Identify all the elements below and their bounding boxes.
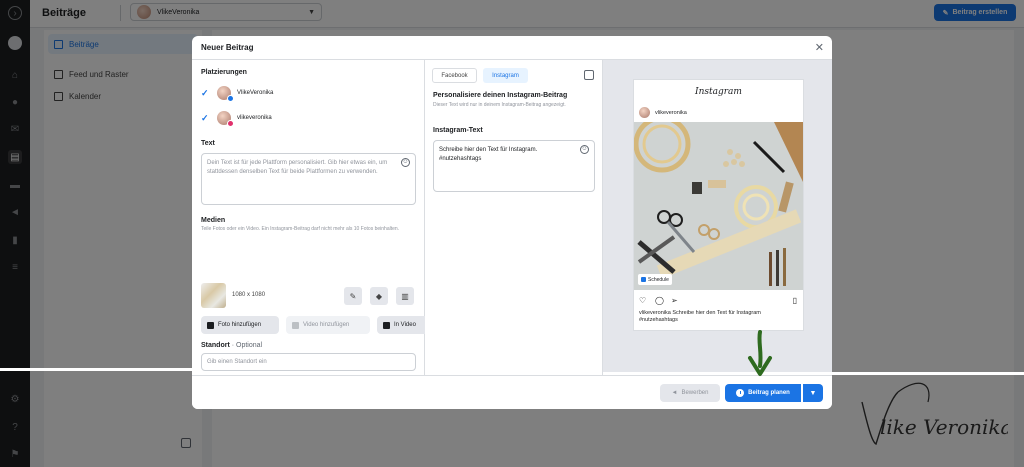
- dialog-title: Neuer Beitrag: [201, 43, 254, 52]
- pencil-icon: ✎: [349, 291, 357, 301]
- boost-button[interactable]: ◄ Bewerben: [660, 384, 720, 402]
- add-video-button[interactable]: Video hinzufügen: [286, 316, 370, 334]
- add-video-label: Video hinzufügen: [303, 322, 350, 328]
- checkbox-checked-icon[interactable]: ✓: [201, 88, 211, 99]
- emoji-icon[interactable]: ☺: [401, 158, 410, 167]
- close-icon[interactable]: ✕: [815, 41, 824, 54]
- preview-caption: vlikeveronika Schreibe hier den Text für…: [639, 310, 799, 324]
- video-camera-icon: [383, 321, 390, 329]
- preview-username: vlikeveronika: [655, 109, 687, 116]
- bookmark-icon: ▯: [792, 296, 797, 305]
- compose-column: Platzierungen ✓ VlikeVeronika ✓ vlikever…: [192, 60, 425, 375]
- schedule-badge: Schedule: [638, 274, 672, 285]
- in-video-label: In Video: [394, 322, 416, 328]
- new-post-dialog: Neuer Beitrag ✕ Platzierungen ✓ VlikeVer…: [192, 36, 832, 409]
- share-icon: ➢: [671, 296, 678, 305]
- trash-icon: ▥: [401, 291, 409, 301]
- schedule-label: Schedule: [648, 276, 669, 283]
- instagram-preview: Instagram vlikeveronika Schedule ♡ ◯ ➢ ▯…: [633, 79, 804, 331]
- instagram-text-value: Schreibe hier den Text für Instagram. #n…: [439, 147, 538, 162]
- instagram-logo: Instagram: [695, 87, 742, 97]
- dialog-footer: ◄ Bewerben Beitrag planen ▼: [192, 375, 832, 409]
- text-label: Text: [201, 140, 215, 147]
- placement-instagram[interactable]: ✓ vlikeveronika: [201, 111, 272, 127]
- video-icon: [292, 321, 299, 329]
- media-tag-button[interactable]: ◆: [370, 287, 388, 305]
- edit-media-button[interactable]: ✎: [344, 287, 362, 305]
- location-label: Standort · Optional: [201, 342, 262, 349]
- caption-user: vlikeveronika: [639, 310, 671, 316]
- placement-facebook[interactable]: ✓ VlikeVeronika: [201, 86, 274, 102]
- instagram-text-column: Facebook Instagram Personalisiere deinen…: [425, 60, 603, 375]
- layout-icon[interactable]: [584, 70, 594, 80]
- placements-label: Platzierungen: [201, 69, 247, 76]
- location-optional: · Optional: [231, 342, 263, 349]
- signature-logo: like Veronika: [861, 382, 1008, 445]
- media-dimensions: 1080 x 1080: [232, 292, 266, 298]
- instagram-text-label: Instagram-Text: [433, 127, 483, 134]
- media-help-text: Teile Fotos oder ein Video. Ein Instagra…: [201, 226, 400, 232]
- tag-icon: ◆: [375, 291, 383, 301]
- comment-icon: ◯: [655, 296, 664, 305]
- media-thumbnail[interactable]: [201, 283, 226, 308]
- checkbox-checked-icon[interactable]: ✓: [201, 113, 211, 124]
- megaphone-icon: ◄: [671, 390, 678, 396]
- instagram-badge-icon: [227, 120, 234, 127]
- facebook-badge-icon: [227, 95, 234, 102]
- location-placeholder: Gib einen Standort ein: [207, 359, 267, 365]
- dialog-header: Neuer Beitrag ✕: [192, 36, 832, 60]
- schedule-icon: [641, 277, 646, 282]
- heart-icon: ♡: [639, 296, 647, 305]
- schedule-options-dropdown[interactable]: ▼: [803, 384, 823, 402]
- emoji-icon[interactable]: ☺: [580, 145, 589, 154]
- clock-icon: [736, 389, 745, 397]
- green-arrow-icon: [748, 330, 772, 376]
- signature-text: like Veronika: [880, 415, 1008, 439]
- placement-name: vlikeveronika: [237, 115, 272, 121]
- instagram-text-field[interactable]: Schreibe hier den Text für Instagram. #n…: [433, 140, 595, 192]
- decorative-stripe: [0, 368, 192, 371]
- instagram-avatar: [217, 111, 234, 127]
- delete-media-button[interactable]: ▥: [396, 287, 414, 305]
- tab-instagram[interactable]: Instagram: [483, 68, 528, 83]
- personalize-title: Personalisiere deinen Instagram-Beitrag: [433, 92, 568, 99]
- preview-column: Instagram vlikeveronika Schedule ♡ ◯ ➢ ▯…: [603, 60, 832, 375]
- shared-text-field[interactable]: Dein Text ist für jede Plattform persona…: [201, 153, 416, 205]
- text-placeholder: Dein Text ist für jede Plattform persona…: [207, 160, 388, 175]
- page-avatar: [217, 86, 234, 102]
- tab-facebook[interactable]: Facebook: [432, 68, 477, 83]
- chevron-down-icon: ▼: [809, 389, 817, 397]
- location-label-text: Standort: [201, 342, 230, 349]
- media-label: Medien: [201, 217, 226, 224]
- schedule-post-label: Beitrag planen: [748, 390, 790, 396]
- in-video-button[interactable]: In Video: [377, 316, 425, 334]
- preview-photo: Schedule: [634, 122, 803, 290]
- personalize-help: Dieser Text wird nur in deinem Instagram…: [433, 102, 566, 108]
- placement-name: VlikeVeronika: [237, 90, 274, 96]
- preview-avatar: [639, 107, 650, 118]
- boost-label: Bewerben: [681, 390, 709, 396]
- post-actions: ♡ ◯ ➢ ▯: [639, 296, 799, 306]
- photo-icon: [207, 321, 214, 329]
- flatlay-image: [634, 122, 803, 290]
- preview-user: vlikeveronika: [639, 107, 687, 118]
- add-photo-button[interactable]: Foto hinzufügen: [201, 316, 279, 334]
- location-input[interactable]: Gib einen Standort ein: [201, 353, 416, 371]
- schedule-post-button[interactable]: Beitrag planen: [725, 384, 801, 402]
- add-photo-label: Foto hinzufügen: [218, 322, 262, 328]
